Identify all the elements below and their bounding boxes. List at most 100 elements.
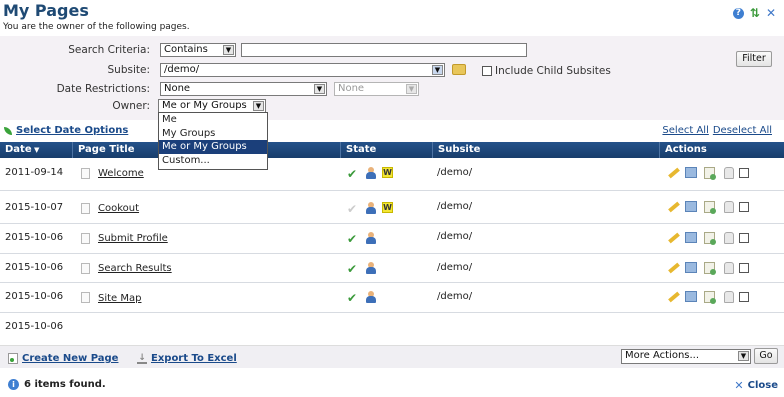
owner-option-custom[interactable]: Custom... xyxy=(159,154,267,168)
new-page-icon xyxy=(8,353,18,364)
row-title-link[interactable]: Cookout xyxy=(98,203,139,214)
row-subsite: /demo/ xyxy=(437,262,473,273)
row-title-link[interactable]: Search Results xyxy=(98,263,172,274)
row-checkbox[interactable] xyxy=(739,202,749,212)
published-check-icon: ✔ xyxy=(347,167,358,181)
row-date: 2015-10-06 xyxy=(5,232,64,243)
row-subsite: /demo/ xyxy=(437,231,473,242)
chevron-down-icon: ▼ xyxy=(253,101,264,111)
chevron-down-icon: ▼ xyxy=(223,45,234,55)
table-row: 2011-09-14 Welcome ✔ W /demo/ xyxy=(0,158,784,191)
row-checkbox[interactable] xyxy=(739,168,749,178)
properties-icon[interactable] xyxy=(704,262,716,275)
subsite-label: Subsite: xyxy=(107,64,151,76)
page-subtitle: You are the owner of the following pages… xyxy=(3,22,190,32)
lock-icon[interactable] xyxy=(724,167,734,179)
owner-option-me[interactable]: Me xyxy=(159,113,267,127)
page-icon xyxy=(81,168,90,179)
include-child-subsites-label: Include Child Subsites xyxy=(495,65,611,77)
user-icon xyxy=(366,291,376,303)
table-row: 2015-10-06 Submit Profile ✔ /demo/ xyxy=(0,224,784,254)
date-restrictions-secondary-select: None ▼ xyxy=(334,82,419,96)
unpublished-check-icon: ✔ xyxy=(347,202,358,216)
export-to-excel-link[interactable]: ↓ Export To Excel xyxy=(137,353,237,364)
help-icon[interactable]: ? xyxy=(732,7,744,19)
view-icon[interactable] xyxy=(685,262,697,273)
footer-bar: Create New Page ↓ Export To Excel More A… xyxy=(0,345,784,368)
edit-icon[interactable] xyxy=(667,201,680,213)
view-icon[interactable] xyxy=(685,167,697,178)
lock-icon[interactable] xyxy=(724,262,734,274)
go-button[interactable]: Go xyxy=(754,348,778,364)
refresh-icon[interactable]: ⇅ xyxy=(750,6,760,20)
owner-label: Owner: xyxy=(112,100,150,112)
user-icon xyxy=(366,167,376,179)
properties-icon[interactable] xyxy=(704,167,716,180)
export-icon: ↓ xyxy=(137,352,147,364)
view-icon[interactable] xyxy=(685,201,697,212)
info-icon: i xyxy=(8,379,19,390)
row-title-link[interactable]: Welcome xyxy=(98,168,144,179)
edit-icon[interactable] xyxy=(667,232,680,244)
search-input[interactable] xyxy=(241,43,527,57)
page-icon xyxy=(81,203,90,214)
properties-icon[interactable] xyxy=(704,201,716,214)
page-title: My Pages xyxy=(3,1,89,20)
page-icon xyxy=(81,233,90,244)
include-child-subsites-checkbox[interactable] xyxy=(482,66,492,76)
published-check-icon: ✔ xyxy=(347,291,358,305)
row-title-link[interactable]: Site Map xyxy=(98,293,141,304)
column-state[interactable]: State xyxy=(341,142,433,158)
page-icon xyxy=(81,292,90,303)
leaf-icon xyxy=(4,126,12,135)
view-icon[interactable] xyxy=(685,291,697,302)
owner-option-me-or-my-groups[interactable]: Me or My Groups xyxy=(159,140,267,154)
folder-icon[interactable] xyxy=(452,64,466,75)
create-new-page-link[interactable]: Create New Page xyxy=(8,353,118,364)
row-date: 2011-09-14 xyxy=(5,167,64,178)
chevron-down-icon: ▼ xyxy=(432,65,443,75)
filter-button[interactable]: Filter xyxy=(736,51,772,67)
search-mode-select[interactable]: Contains ▼ xyxy=(160,43,236,57)
search-criteria-label: Search Criteria: xyxy=(68,44,150,56)
properties-icon[interactable] xyxy=(704,291,716,304)
table-row: 2015-10-06 Site Map ✔ /demo/ xyxy=(0,283,784,313)
date-restrictions-select[interactable]: None ▼ xyxy=(160,82,327,96)
subsite-select[interactable]: /demo/▼ xyxy=(160,63,445,77)
page-icon xyxy=(81,263,90,274)
owner-option-my-groups[interactable]: My Groups xyxy=(159,127,267,141)
owner-select[interactable]: Me or My Groups ▼ xyxy=(158,99,266,113)
row-checkbox[interactable] xyxy=(739,292,749,302)
table-row: 2015-10-07 Cookout ✔ W /demo/ xyxy=(0,191,784,224)
row-checkbox[interactable] xyxy=(739,233,749,243)
properties-icon[interactable] xyxy=(704,232,716,245)
published-check-icon: ✔ xyxy=(347,232,358,246)
row-checkbox[interactable] xyxy=(739,263,749,273)
deselect-all-link[interactable]: Deselect All xyxy=(713,125,772,136)
row-title-link[interactable]: Submit Profile xyxy=(98,233,168,244)
criteria-panel: Search Criteria: Contains ▼ Subsite: /dem… xyxy=(0,36,784,120)
more-actions-select[interactable]: More Actions... ▼ xyxy=(621,349,751,364)
owner-dropdown-list: Me My Groups Me or My Groups Custom... xyxy=(158,112,268,170)
table-row: 2015-10-06 xyxy=(0,313,784,344)
row-date: 2015-10-06 xyxy=(5,321,64,332)
edit-icon[interactable] xyxy=(667,167,680,179)
row-subsite: /demo/ xyxy=(437,291,473,302)
view-icon[interactable] xyxy=(685,232,697,243)
lock-icon[interactable] xyxy=(724,232,734,244)
select-date-options-link[interactable]: Select Date Options xyxy=(4,125,128,136)
workflow-icon: W xyxy=(382,202,393,213)
user-icon xyxy=(366,262,376,274)
edit-icon[interactable] xyxy=(667,291,680,303)
column-date[interactable]: Date ▼ xyxy=(0,142,73,158)
close-icon[interactable]: ✕ xyxy=(766,6,776,20)
select-all-link[interactable]: Select All xyxy=(662,125,708,136)
lock-icon[interactable] xyxy=(724,201,734,213)
edit-icon[interactable] xyxy=(667,262,680,274)
column-subsite[interactable]: Subsite xyxy=(433,142,660,158)
lock-icon[interactable] xyxy=(724,291,734,303)
user-icon xyxy=(366,232,376,244)
close-link[interactable]: ✕ Close xyxy=(734,379,778,392)
row-subsite: /demo/ xyxy=(437,201,473,212)
row-date: 2015-10-07 xyxy=(5,202,64,213)
